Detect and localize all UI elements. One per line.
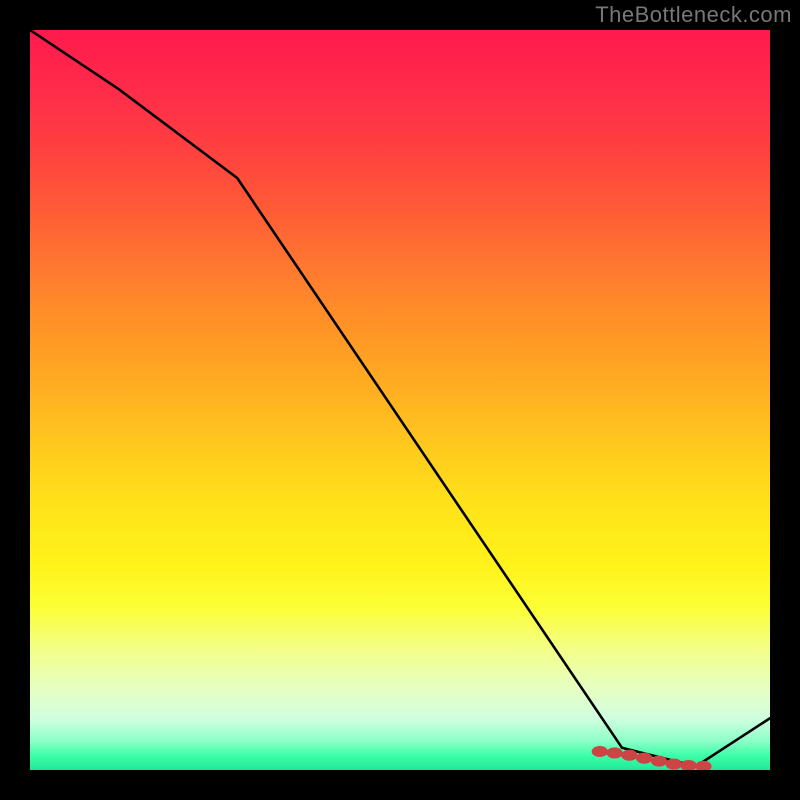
optimal-point: [606, 747, 622, 758]
bottleneck-curve: [30, 30, 770, 766]
optimal-point: [592, 746, 608, 757]
optimal-range-markers: [592, 746, 712, 770]
optimal-point: [695, 761, 711, 770]
plot-area: [30, 30, 770, 770]
watermark-text: TheBottleneck.com: [595, 2, 792, 28]
optimal-point: [636, 753, 652, 764]
optimal-point: [680, 760, 696, 770]
optimal-point: [666, 759, 682, 770]
optimal-point: [651, 756, 667, 767]
chart-frame: TheBottleneck.com: [0, 0, 800, 800]
plot-svg: [30, 30, 770, 770]
optimal-point: [621, 750, 637, 761]
